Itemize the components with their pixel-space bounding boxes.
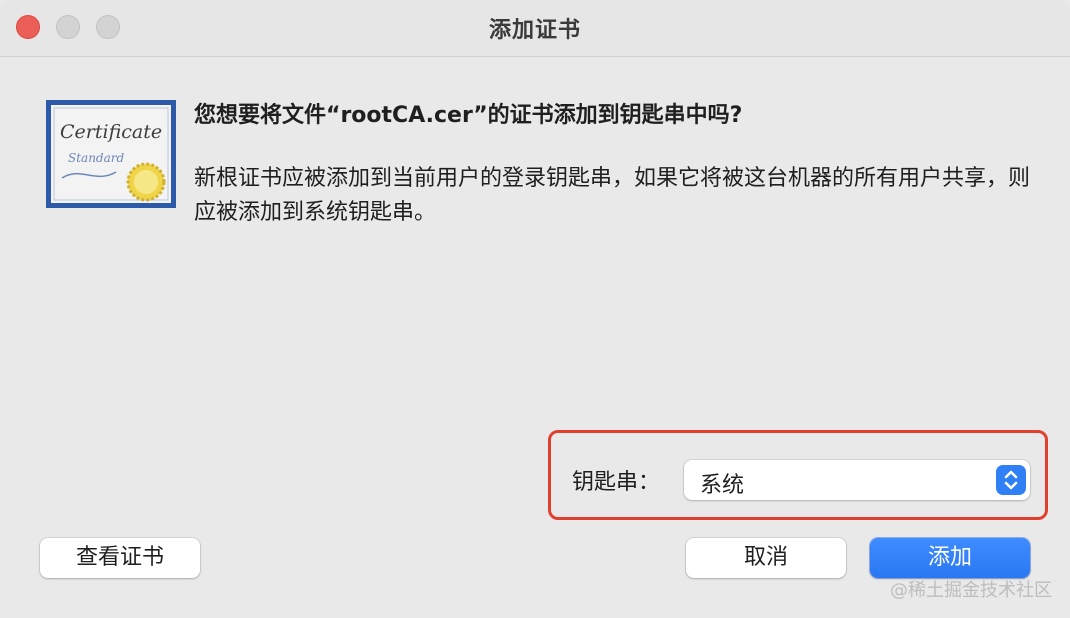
keychain-selected-value: 系统 [700,473,745,498]
certificate-icon: Certificate Standard [46,100,176,208]
cancel-button[interactable]: 取消 [686,538,846,578]
dialog-heading: 您想要将文件“rootCA.cer”的证书添加到钥匙串中吗? [194,103,743,128]
chevron-up-down-icon[interactable] [996,465,1026,495]
certificate-icon-subtitle: Standard [68,151,124,165]
dialog-window: 添加证书 Certificate Standard 您想要将文件“rootCA.… [0,0,1070,618]
window-title: 添加证书 [488,18,581,43]
watermark: @稀土掘金技术社区 [890,580,1052,601]
title-bar: 添加证书 [0,0,1070,57]
dialog-message: 新根证书应被添加到当前用户的登录钥匙串，如果它将被这台机器的所有用户共享，则应被… [194,166,1031,225]
view-certificate-button[interactable]: 查看证书 [40,538,200,578]
keychain-select[interactable]: 系统 [684,460,1030,500]
add-button[interactable]: 添加 [870,538,1030,578]
certificate-icon-title: Certificate [60,121,162,143]
keychain-label: 钥匙串： [572,470,661,495]
